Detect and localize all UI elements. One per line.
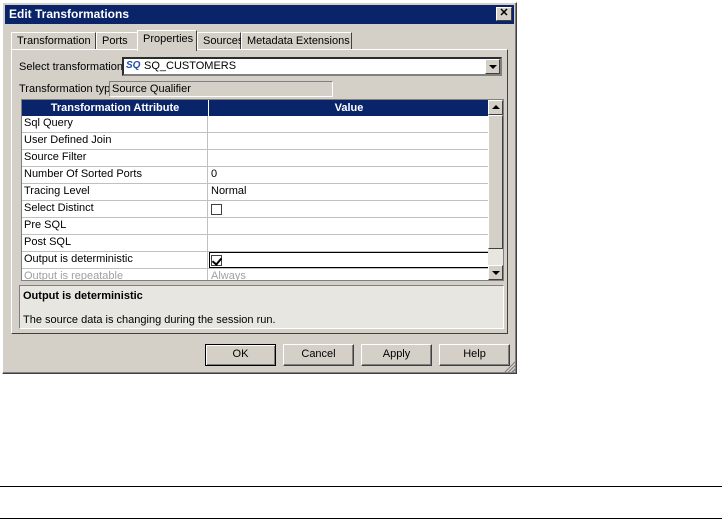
apply-button[interactable]: Apply — [361, 344, 432, 366]
ok-button[interactable]: OK — [205, 344, 276, 366]
select-distinct-checkbox[interactable] — [211, 204, 222, 215]
attribute-value — [209, 252, 489, 268]
cancel-button[interactable]: Cancel — [283, 344, 354, 366]
attribute-name: Number Of Sorted Ports — [22, 167, 208, 183]
column-header-attribute[interactable]: Transformation Attribute — [22, 100, 209, 116]
attribute-name: Sql Query — [22, 116, 208, 132]
tab-ports[interactable]: Ports — [96, 32, 138, 50]
attribute-name: User Defined Join — [22, 133, 208, 149]
attribute-name: Output is repeatable — [22, 269, 208, 280]
attribute-value[interactable] — [209, 218, 489, 234]
select-transformation-label: Select transformation: — [19, 61, 126, 73]
table-row[interactable]: User Defined Join — [22, 133, 489, 150]
table-row[interactable]: Tracing Level Normal — [22, 184, 489, 201]
vertical-scrollbar[interactable] — [488, 100, 503, 280]
attribute-value[interactable]: 0 — [209, 167, 489, 183]
selected-transformation: SQ_CUSTOMERS — [144, 60, 237, 72]
attribute-name: Tracing Level — [22, 184, 208, 200]
table-row[interactable]: Number Of Sorted Ports 0 — [22, 167, 489, 184]
table-row[interactable]: Post SQL — [22, 235, 489, 252]
tab-metadata-extensions[interactable]: Metadata Extensions — [241, 32, 352, 50]
column-header-value[interactable]: Value — [209, 100, 489, 116]
scroll-down-icon[interactable] — [488, 265, 503, 280]
table-row[interactable]: Output is repeatable Always — [22, 269, 489, 280]
close-icon[interactable]: ✕ — [496, 7, 512, 21]
tab-sources[interactable]: Sources — [197, 32, 243, 50]
tab-transformation[interactable]: Transformation — [11, 32, 96, 50]
divider-top — [0, 486, 722, 487]
transformation-type-label: Transformation type: — [19, 83, 120, 95]
attribute-value[interactable] — [209, 150, 489, 166]
attribute-value — [209, 201, 489, 217]
attribute-value[interactable] — [209, 133, 489, 149]
select-transformation-dropdown[interactable]: SQ SQ_CUSTOMERS — [122, 57, 502, 76]
chevron-down-icon[interactable] — [485, 59, 500, 74]
attribute-value[interactable]: Normal — [209, 184, 489, 200]
title-bar[interactable]: Edit Transformations ✕ — [5, 5, 514, 24]
transformation-type-field: Source Qualifier — [109, 81, 333, 97]
table-row[interactable]: Sql Query — [22, 116, 489, 133]
attributes-table: Transformation Attribute Value Sql Query… — [21, 99, 504, 281]
attribute-value[interactable] — [209, 116, 489, 132]
output-deterministic-checkbox[interactable] — [211, 255, 222, 266]
dialog-title: Edit Transformations — [9, 7, 130, 21]
attribute-name: Source Filter — [22, 150, 208, 166]
table-header: Transformation Attribute Value — [22, 100, 489, 116]
attribute-name: Pre SQL — [22, 218, 208, 234]
description-body: The source data is changing during the s… — [23, 314, 276, 326]
attribute-name: Select Distinct — [22, 201, 208, 217]
attribute-value[interactable]: Always — [209, 269, 489, 280]
table-row[interactable]: Pre SQL — [22, 218, 489, 235]
tab-properties[interactable]: Properties — [137, 30, 197, 51]
attribute-description: Output is deterministic The source data … — [19, 285, 504, 329]
table-row[interactable]: Output is deterministic — [22, 252, 489, 269]
help-button[interactable]: Help — [439, 344, 510, 366]
scroll-up-icon[interactable] — [488, 100, 503, 115]
attribute-name: Post SQL — [22, 235, 208, 251]
table-row[interactable]: Select Distinct — [22, 201, 489, 218]
description-title: Output is deterministic — [23, 290, 143, 302]
source-qualifier-icon: SQ — [126, 60, 141, 71]
scroll-thumb[interactable] — [488, 115, 503, 249]
table-row[interactable]: Source Filter — [22, 150, 489, 167]
attribute-name: Output is deterministic — [22, 252, 208, 268]
attribute-value[interactable] — [209, 235, 489, 251]
